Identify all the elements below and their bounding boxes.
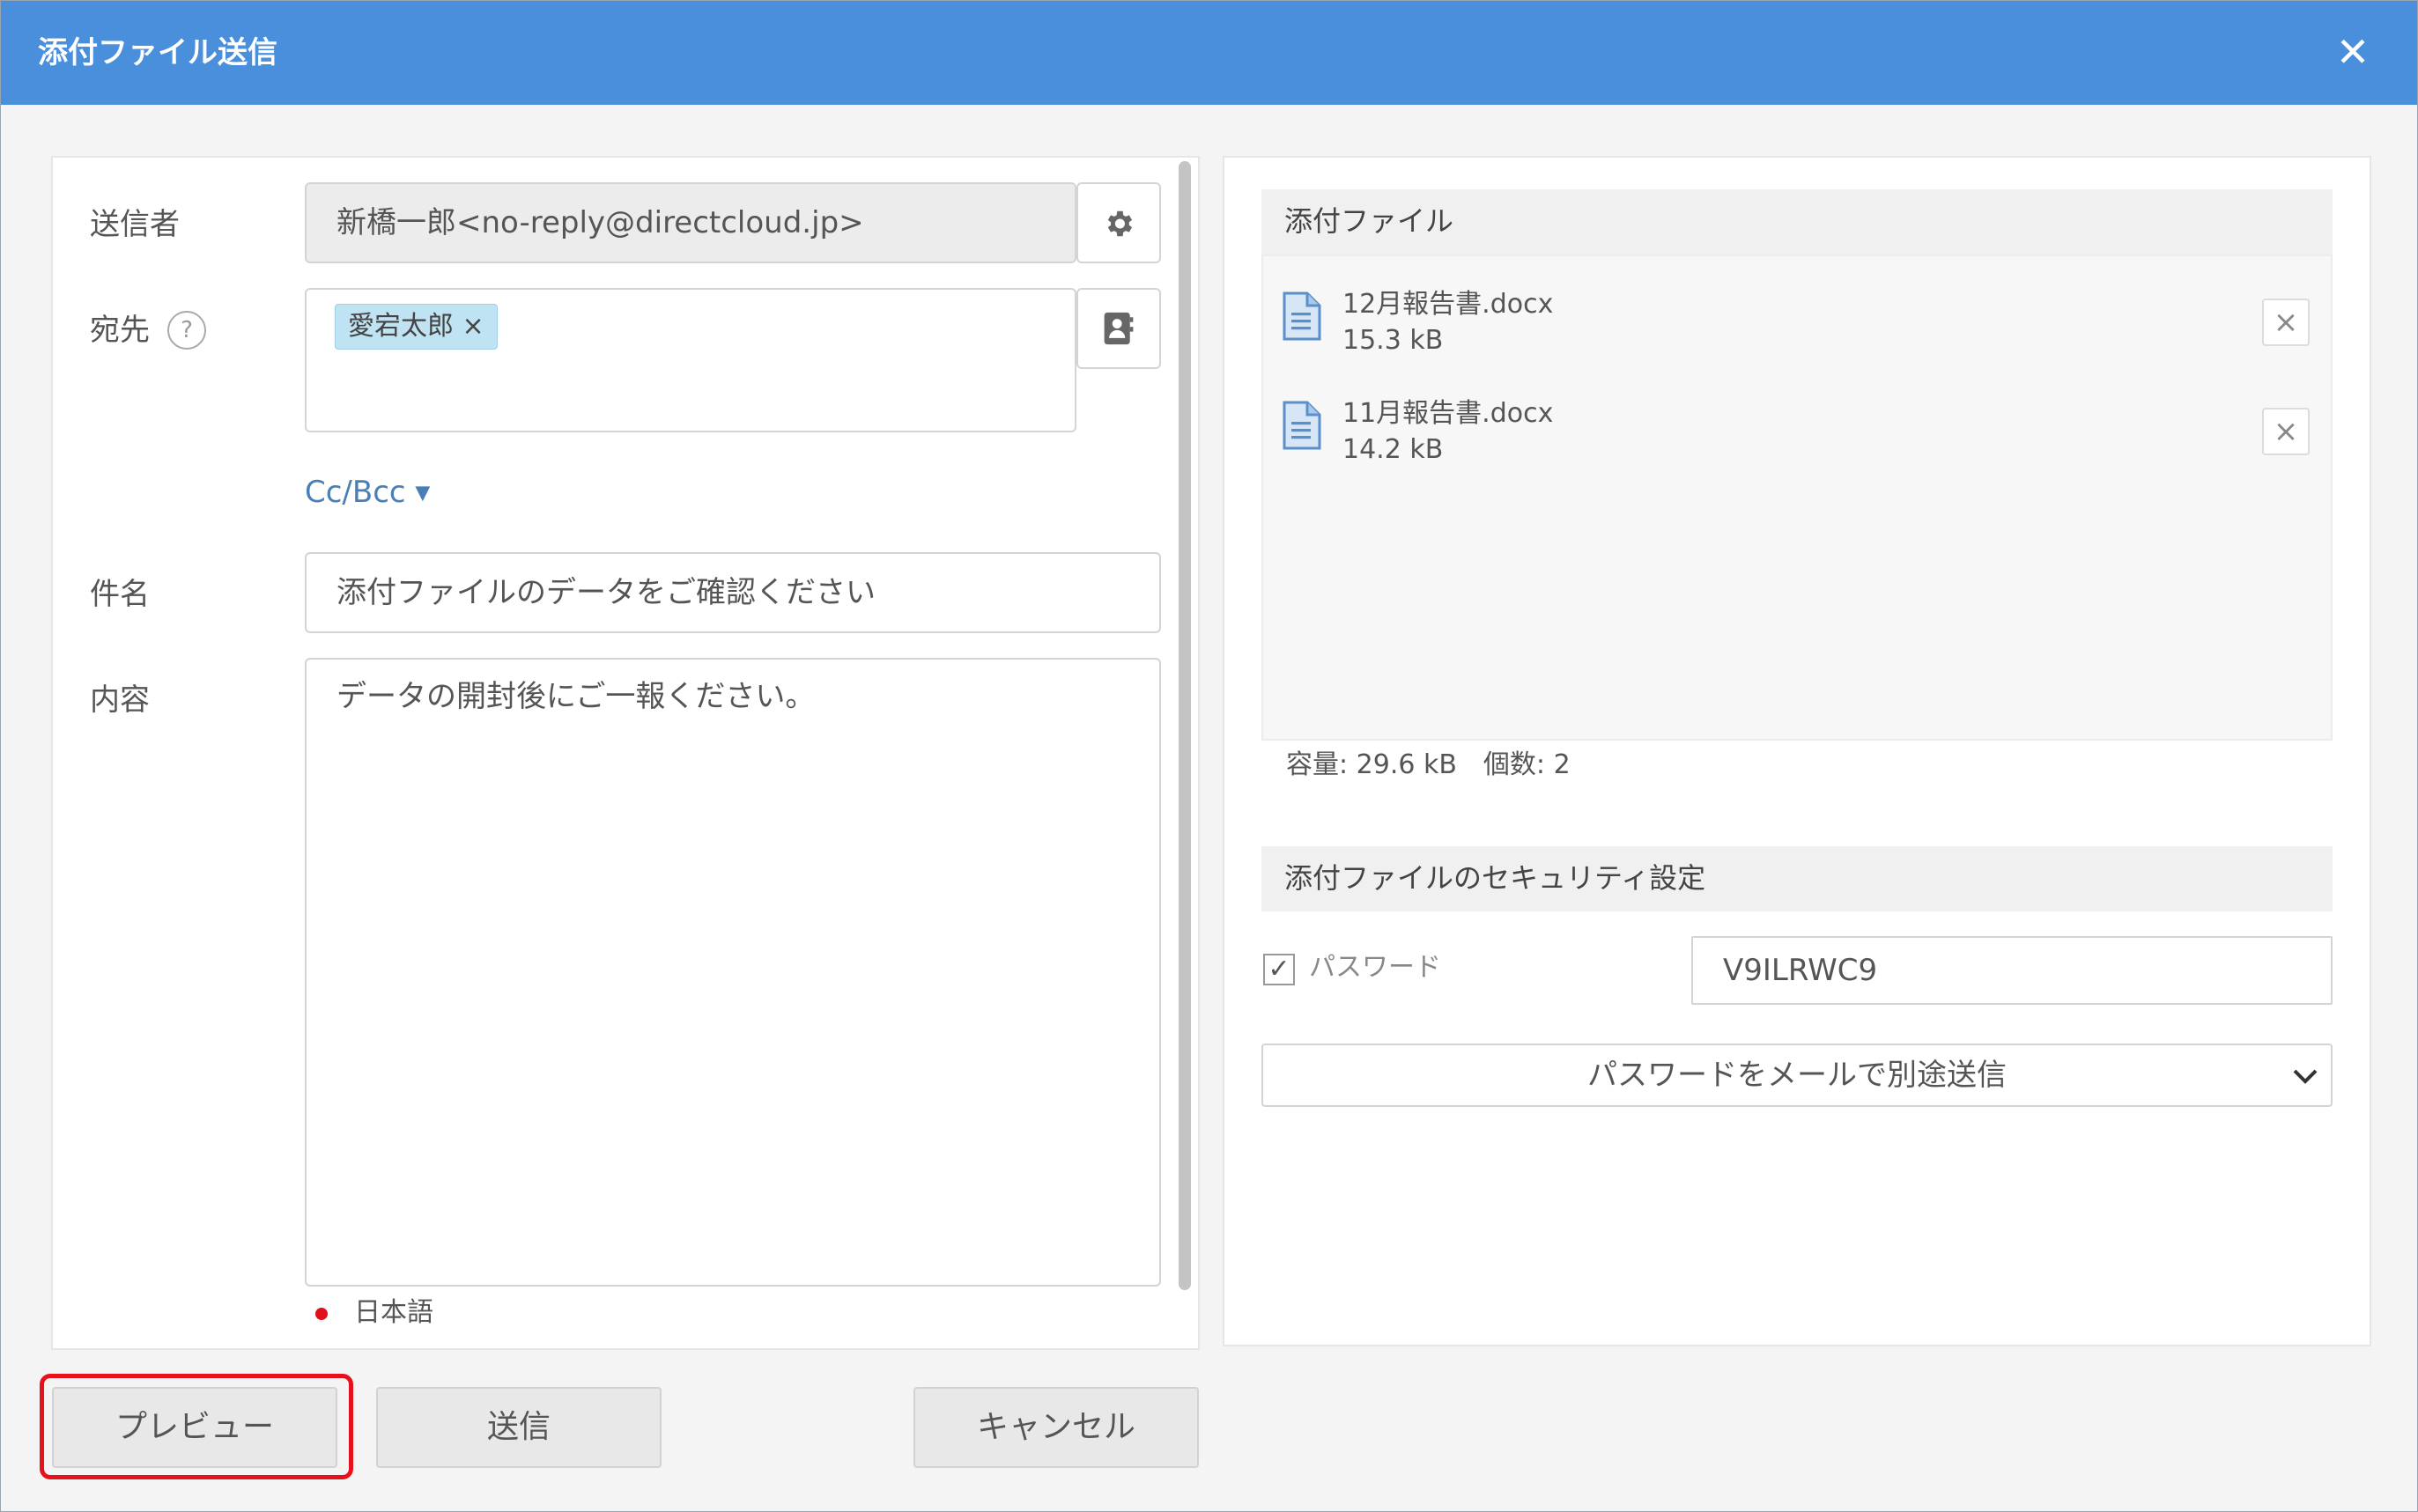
recipient-tag-name: 愛宕太郎: [348, 311, 454, 342]
caret-down-icon: ▼: [415, 482, 431, 505]
body-textarea[interactable]: データの開封後にご一報ください。: [305, 658, 1161, 1287]
cc-bcc-label: Cc/Bcc: [305, 475, 406, 510]
password-delivery-value: パスワードをメールで別途送信: [1587, 1058, 2007, 1093]
attachment-list: 12月報告書.docx 15.3 kB × 11月報告書.docx 14.2 k…: [1261, 254, 2333, 741]
remove-file-button[interactable]: ×: [2262, 299, 2310, 346]
language-flag-icon: [315, 1308, 328, 1320]
title-bar: 添付ファイル送信 ✕: [1, 1, 2417, 105]
address-book-button[interactable]: [1076, 288, 1161, 369]
close-icon[interactable]: ✕: [2326, 26, 2379, 78]
security-header: 添付ファイルのセキュリティ設定: [1261, 846, 2333, 911]
address-book-icon: [1104, 312, 1134, 345]
password-input[interactable]: V9ILRWC9: [1691, 936, 2333, 1005]
cancel-button[interactable]: キャンセル: [913, 1387, 1199, 1468]
gear-icon: [1107, 210, 1133, 237]
file-size: 15.3 kB: [1342, 325, 1444, 356]
sender-field: 新橋一郎<no-reply@directcloud.jp>: [305, 182, 1076, 263]
body-label: 内容: [90, 682, 150, 718]
help-icon[interactable]: ?: [167, 311, 206, 350]
attachments-header: 添付ファイル: [1261, 189, 2333, 254]
send-button[interactable]: 送信: [376, 1387, 662, 1468]
password-checkbox[interactable]: ✓: [1263, 954, 1295, 985]
remove-recipient-icon[interactable]: ×: [462, 311, 484, 342]
subject-label: 件名: [90, 577, 150, 612]
sender-settings-button[interactable]: [1076, 182, 1161, 263]
recipient-tag: 愛宕太郎 ×: [335, 304, 498, 350]
scrollbar[interactable]: [1179, 161, 1191, 1290]
language-label: 日本語: [354, 1297, 433, 1328]
file-name: 12月報告書.docx: [1342, 289, 1554, 320]
file-size: 14.2 kB: [1342, 434, 1444, 465]
subject-input[interactable]: 添付ファイルのデータをご確認ください: [305, 552, 1161, 633]
chevron-down-icon: [2293, 1069, 2318, 1084]
document-icon: [1283, 401, 1321, 450]
file-item: 11月報告書.docx 14.2 kB ×: [1263, 387, 2331, 483]
dialog-title: 添付ファイル送信: [38, 35, 277, 70]
sender-label: 送信者: [90, 207, 180, 242]
attachment-panel: 添付ファイル 12月報告書.docx 15.3 kB × 11月報告書.docx…: [1223, 156, 2371, 1346]
message-form-panel: 送信者 新橋一郎<no-reply@directcloud.jp> 宛先 ? 愛…: [51, 156, 1200, 1350]
password-delivery-select[interactable]: パスワードをメールで別途送信: [1261, 1044, 2333, 1107]
recipient-label: 宛先: [90, 313, 150, 348]
file-name: 11月報告書.docx: [1342, 398, 1554, 429]
recipient-field[interactable]: 愛宕太郎 ×: [305, 288, 1076, 432]
password-label: パスワード: [1309, 952, 1441, 983]
remove-file-button[interactable]: ×: [2262, 408, 2310, 455]
attachment-send-dialog: 添付ファイル送信 ✕ 送信者 新橋一郎<no-reply@directcloud…: [0, 0, 2418, 1512]
file-item: 12月報告書.docx 15.3 kB ×: [1263, 277, 2331, 374]
cc-bcc-toggle[interactable]: Cc/Bcc ▼: [305, 471, 430, 515]
document-icon: [1283, 291, 1321, 341]
attachment-summary: 容量: 29.6 kB 個数: 2: [1286, 749, 1571, 780]
highlight-annotation: [40, 1374, 353, 1479]
